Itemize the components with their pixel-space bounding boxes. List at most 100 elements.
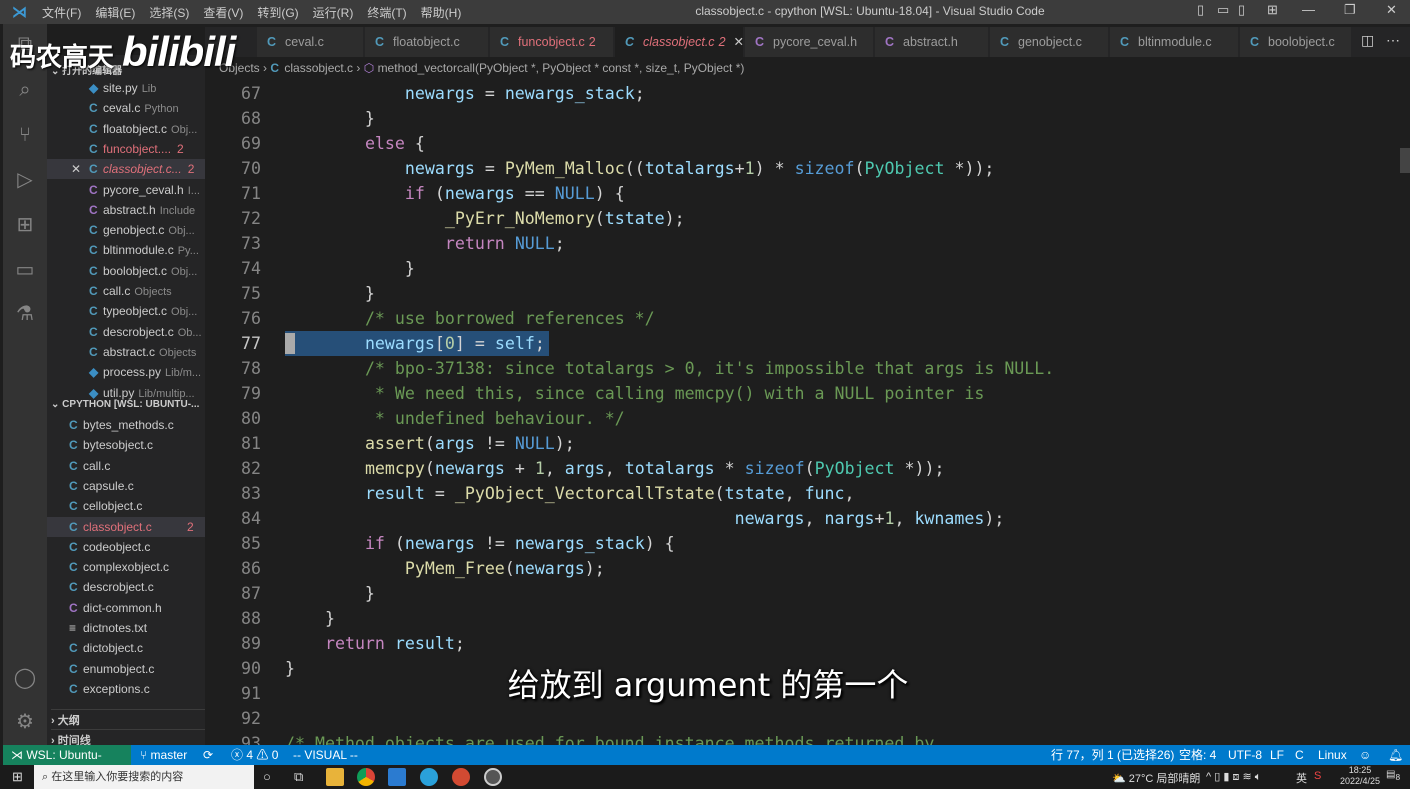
os-indicator[interactable]: Linux <box>1318 745 1347 765</box>
weather-widget[interactable]: ⛅ 27°C 局部晴朗 <box>1112 770 1200 786</box>
menu-item[interactable]: 选择(S) <box>149 4 189 21</box>
code-line[interactable]: newargs = newargs_stack; <box>285 81 645 106</box>
tab-genobject-c[interactable]: Cgenobject.c <box>990 27 1109 57</box>
clock[interactable]: 18:25 2022/4/25 <box>1340 765 1380 787</box>
open-editor-item[interactable]: Cboolobject.c Obj... <box>47 261 205 281</box>
tab-classobject-c[interactable]: Cclassobject.c 2 ✕ <box>615 27 744 57</box>
extensions-icon[interactable]: ⊞ <box>13 213 37 237</box>
code-line[interactable]: } <box>285 106 375 131</box>
code-line[interactable]: } <box>285 581 375 606</box>
open-editor-item[interactable]: Cfloatobject.c Obj... <box>47 119 205 139</box>
account-icon[interactable]: ◯ <box>13 666 37 690</box>
close-window-button[interactable]: ✕ <box>1386 2 1397 18</box>
file-item[interactable]: Ccomplexobject.c <box>47 557 205 577</box>
toggle-secondary-sidebar-icon[interactable]: ▯ <box>1238 2 1245 18</box>
code-line[interactable]: } <box>285 656 295 681</box>
tray-icons[interactable]: ^ ▯ ▮ ⧈ ≋ 🔈︎ <box>1206 770 1261 784</box>
open-editor-item[interactable]: Cabstract.c Objects <box>47 342 205 362</box>
code-line[interactable]: result = _PyObject_VectorcallTstate(tsta… <box>285 481 855 506</box>
more-actions-icon[interactable]: ⋯ <box>1386 32 1400 49</box>
tab-boolobject-c[interactable]: Cboolobject.c <box>1240 27 1352 57</box>
open-editor-item[interactable]: ✕ Cclassobject.c... 2 <box>47 159 205 180</box>
file-item[interactable]: Ccall.c <box>47 456 205 476</box>
chrome-icon[interactable] <box>357 768 375 786</box>
open-editor-item[interactable]: Ccall.c Objects <box>47 281 205 301</box>
language-mode[interactable]: C <box>1295 745 1304 765</box>
menu-item[interactable]: 帮助(H) <box>421 4 462 21</box>
editor-scrollbar[interactable] <box>1400 148 1410 173</box>
code-line[interactable]: assert(args != NULL); <box>285 431 575 456</box>
file-item[interactable]: Cenumobject.c <box>47 659 205 679</box>
vscode-taskbar-icon[interactable] <box>388 768 406 786</box>
action-center-icon[interactable]: ▤8 <box>1386 769 1400 782</box>
tab-abstract-h[interactable]: Cabstract.h <box>875 27 989 57</box>
code-line[interactable]: /* use borrowed references */ <box>285 306 655 331</box>
file-item[interactable]: Cbytes_methods.c <box>47 415 205 435</box>
workspace-header[interactable]: ⌄ CPYTHON [WSL: UBUNTU-... <box>51 399 199 410</box>
cursor-position[interactable]: 行 77，列 1 (已选择26) <box>1051 745 1174 765</box>
file-item[interactable]: ≡ dictnotes.txt <box>47 618 205 638</box>
file-item[interactable]: Cexceptions.c <box>47 679 205 699</box>
split-editor-icon[interactable]: ◫ <box>1361 32 1374 49</box>
code-line[interactable]: newargs[0] = self; <box>285 331 545 356</box>
notifications-bell-icon[interactable]: 🔔︎ <box>1388 745 1403 765</box>
open-editor-item[interactable]: Cbltinmodule.c Py... <box>47 240 205 260</box>
file-item[interactable]: Ccellobject.c <box>47 496 205 516</box>
settings-gear-icon[interactable]: ⚙ <box>13 710 37 734</box>
search-icon[interactable]: ⌕ <box>13 78 37 102</box>
open-editor-item[interactable]: Cgenobject.c Obj... <box>47 220 205 240</box>
code-editor[interactable]: 67 newargs = newargs_stack; 68 } 69 else {… <box>205 81 1400 745</box>
ime-indicator[interactable]: 英 <box>1296 770 1307 786</box>
file-item[interactable]: Cdictobject.c <box>47 638 205 658</box>
file-item[interactable]: Ccapsule.c <box>47 476 205 496</box>
encoding[interactable]: UTF-8 <box>1228 745 1262 765</box>
remote-explorer-icon[interactable]: ▭ <box>13 258 37 282</box>
menu-item[interactable]: 文件(F) <box>42 4 81 21</box>
open-editor-item[interactable]: Ctypeobject.c Obj... <box>47 301 205 321</box>
telegram-icon[interactable] <box>420 768 438 786</box>
close-tab-icon[interactable]: ✕ <box>734 35 744 49</box>
taskbar-search[interactable]: ⌕ 在这里输入你要搜索的内容 <box>34 765 254 789</box>
tab-funcobject-c[interactable]: Cfuncobject.c 2 <box>490 27 614 57</box>
menu-item[interactable]: 查看(V) <box>203 4 243 21</box>
open-editor-item[interactable]: Cceval.c Python <box>47 98 205 118</box>
code-line[interactable]: return NULL; <box>285 231 565 256</box>
code-line[interactable]: } <box>285 281 375 306</box>
open-editor-item[interactable]: Cdescrobject.c Ob... <box>47 322 205 342</box>
obs-icon[interactable] <box>484 768 502 786</box>
feedback-icon[interactable]: ☺ <box>1359 745 1371 765</box>
file-item[interactable]: Cbytesobject.c <box>47 435 205 455</box>
cortana-icon[interactable]: ○ <box>263 769 271 784</box>
open-editor-item[interactable]: Cpycore_ceval.h I... <box>47 180 205 200</box>
tab-bltinmodule-c[interactable]: Cbltinmodule.c <box>1110 27 1239 57</box>
open-editor-item[interactable]: Cabstract.h Include <box>47 200 205 220</box>
minimize-button[interactable]: — <box>1302 2 1315 17</box>
outline-section[interactable]: › 大纲 <box>51 709 205 728</box>
file-explorer-icon[interactable] <box>326 768 344 786</box>
customize-layout-icon[interactable]: ⊞ <box>1267 2 1278 18</box>
restore-button[interactable]: ❐ <box>1344 2 1356 18</box>
open-editor-item[interactable]: ◆ site.py Lib <box>47 78 205 98</box>
code-line[interactable]: * undefined behaviour. */ <box>285 406 625 431</box>
code-line[interactable]: } <box>285 606 335 631</box>
code-line[interactable]: if (newargs == NULL) { <box>285 181 625 206</box>
file-item[interactable]: Ccodeobject.c <box>47 537 205 557</box>
sync-icon[interactable]: ⟳ <box>203 745 213 765</box>
file-item[interactable]: Cdescrobject.c <box>47 577 205 597</box>
code-line[interactable]: } <box>285 256 415 281</box>
toggle-sidebar-icon[interactable]: ▯ <box>1197 2 1204 18</box>
indentation[interactable]: 空格: 4 <box>1179 745 1216 765</box>
breadcrumb-symbol[interactable]: method_vectorcall(PyObject *, PyObject *… <box>378 61 745 75</box>
sogou-icon[interactable]: S <box>1314 770 1321 782</box>
windows-start-icon[interactable]: ⊞ <box>12 769 23 785</box>
menu-item[interactable]: 转到(G) <box>257 4 298 21</box>
app-icon[interactable] <box>452 768 470 786</box>
menu-item[interactable]: 编辑(E) <box>95 4 135 21</box>
line-ending[interactable]: LF <box>1270 745 1284 765</box>
code-line[interactable]: /* bpo-37138: since totalargs > 0, it's … <box>285 356 1054 381</box>
tab-ceval-c[interactable]: Cceval.c <box>257 27 364 57</box>
menu-item[interactable]: 终端(T) <box>367 4 406 21</box>
source-control-icon[interactable]: ⑂ <box>13 123 37 147</box>
branch-indicator[interactable]: ⑂ master <box>140 745 187 765</box>
run-debug-icon[interactable]: ▷ <box>13 168 37 192</box>
